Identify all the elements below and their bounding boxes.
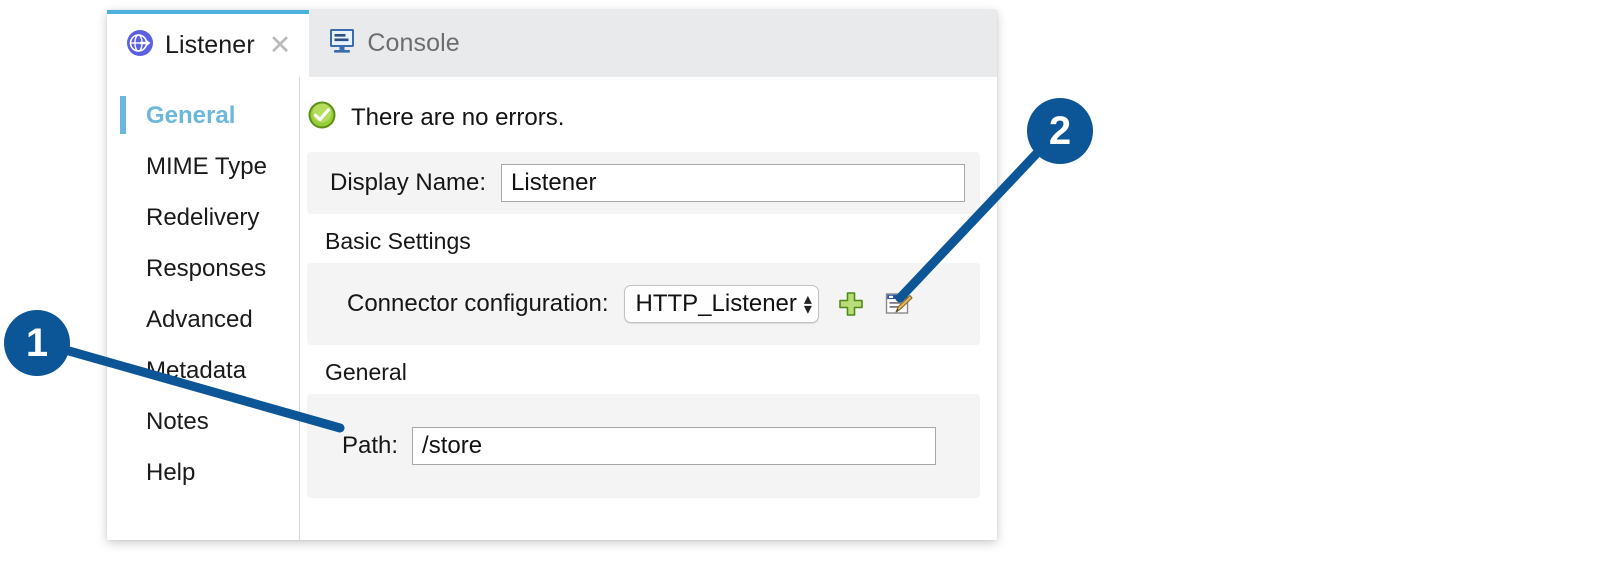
- sidebar-item-label: General: [146, 101, 236, 129]
- sidebar-item-advanced[interactable]: Advanced: [107, 294, 299, 345]
- sidebar-item-label: Metadata: [146, 356, 247, 384]
- tab-console-label: Console: [367, 29, 460, 57]
- connector-configuration-label: Connector configuration:: [347, 290, 609, 317]
- tab-strip: Listener ✕ Console: [107, 10, 997, 77]
- sidebar-item-metadata[interactable]: Metadata: [107, 345, 299, 396]
- sidebar-item-notes[interactable]: Notes: [107, 396, 299, 447]
- edit-pencil-icon[interactable]: [883, 289, 913, 319]
- callout-badge-1[interactable]: 1: [4, 310, 70, 376]
- sidebar-item-label: Responses: [146, 254, 267, 282]
- chevron-down-icon: ▾: [803, 299, 812, 318]
- sidebar-item-mime-type[interactable]: MIME Type: [107, 141, 299, 192]
- sidebar-item-help[interactable]: Help: [107, 447, 299, 498]
- sidebar-item-label: Help: [146, 458, 196, 486]
- tab-console[interactable]: Console: [309, 10, 477, 77]
- sidebar-item-label: Redelivery: [146, 203, 260, 231]
- sidebar-item-general[interactable]: General: [107, 90, 299, 141]
- status-row: There are no errors.: [300, 77, 997, 135]
- sidebar-item-label: Advanced: [146, 305, 253, 333]
- path-input[interactable]: [412, 427, 937, 465]
- status-message: There are no errors.: [351, 103, 565, 131]
- connector-configuration-value: HTTP_Listener: [635, 290, 797, 317]
- sidebar: General MIME Type Redelivery Responses A…: [107, 77, 300, 540]
- globe-arrow-icon: [125, 28, 155, 63]
- tab-listener-label: Listener: [165, 31, 255, 59]
- sidebar-item-responses[interactable]: Responses: [107, 243, 299, 294]
- display-name-input[interactable]: [501, 164, 966, 202]
- callout-badge-2-number: 2: [1048, 108, 1072, 153]
- basic-settings-card: Connector configuration: HTTP_Listener ▴…: [307, 263, 980, 345]
- display-name-card: Display Name:: [307, 152, 980, 214]
- green-plus-icon[interactable]: [836, 289, 866, 319]
- callout-badge-1-number: 1: [25, 320, 49, 365]
- panel-body: General MIME Type Redelivery Responses A…: [107, 77, 997, 540]
- general-section-title: General: [325, 359, 407, 385]
- sidebar-item-label: MIME Type: [146, 152, 267, 180]
- monitor-icon: [327, 27, 357, 60]
- path-label: Path:: [342, 432, 399, 459]
- general-card: Path:: [307, 394, 980, 498]
- sidebar-item-label: Notes: [146, 407, 209, 435]
- callout-badge-2[interactable]: 2: [1027, 98, 1093, 164]
- properties-panel: Listener ✕ Console General MIME Type Red…: [107, 10, 997, 540]
- sidebar-item-redelivery[interactable]: Redelivery: [107, 192, 299, 243]
- basic-settings-title: Basic Settings: [325, 228, 471, 254]
- display-name-label: Display Name:: [330, 169, 487, 196]
- connector-configuration-select[interactable]: HTTP_Listener ▴ ▾: [623, 285, 819, 323]
- tab-listener[interactable]: Listener ✕: [107, 10, 310, 77]
- content-area: There are no errors. Display Name: Basic…: [300, 77, 997, 540]
- success-check-icon: [307, 100, 337, 135]
- chevron-up-down-icon: ▴ ▾: [803, 291, 812, 318]
- close-icon[interactable]: ✕: [269, 32, 292, 59]
